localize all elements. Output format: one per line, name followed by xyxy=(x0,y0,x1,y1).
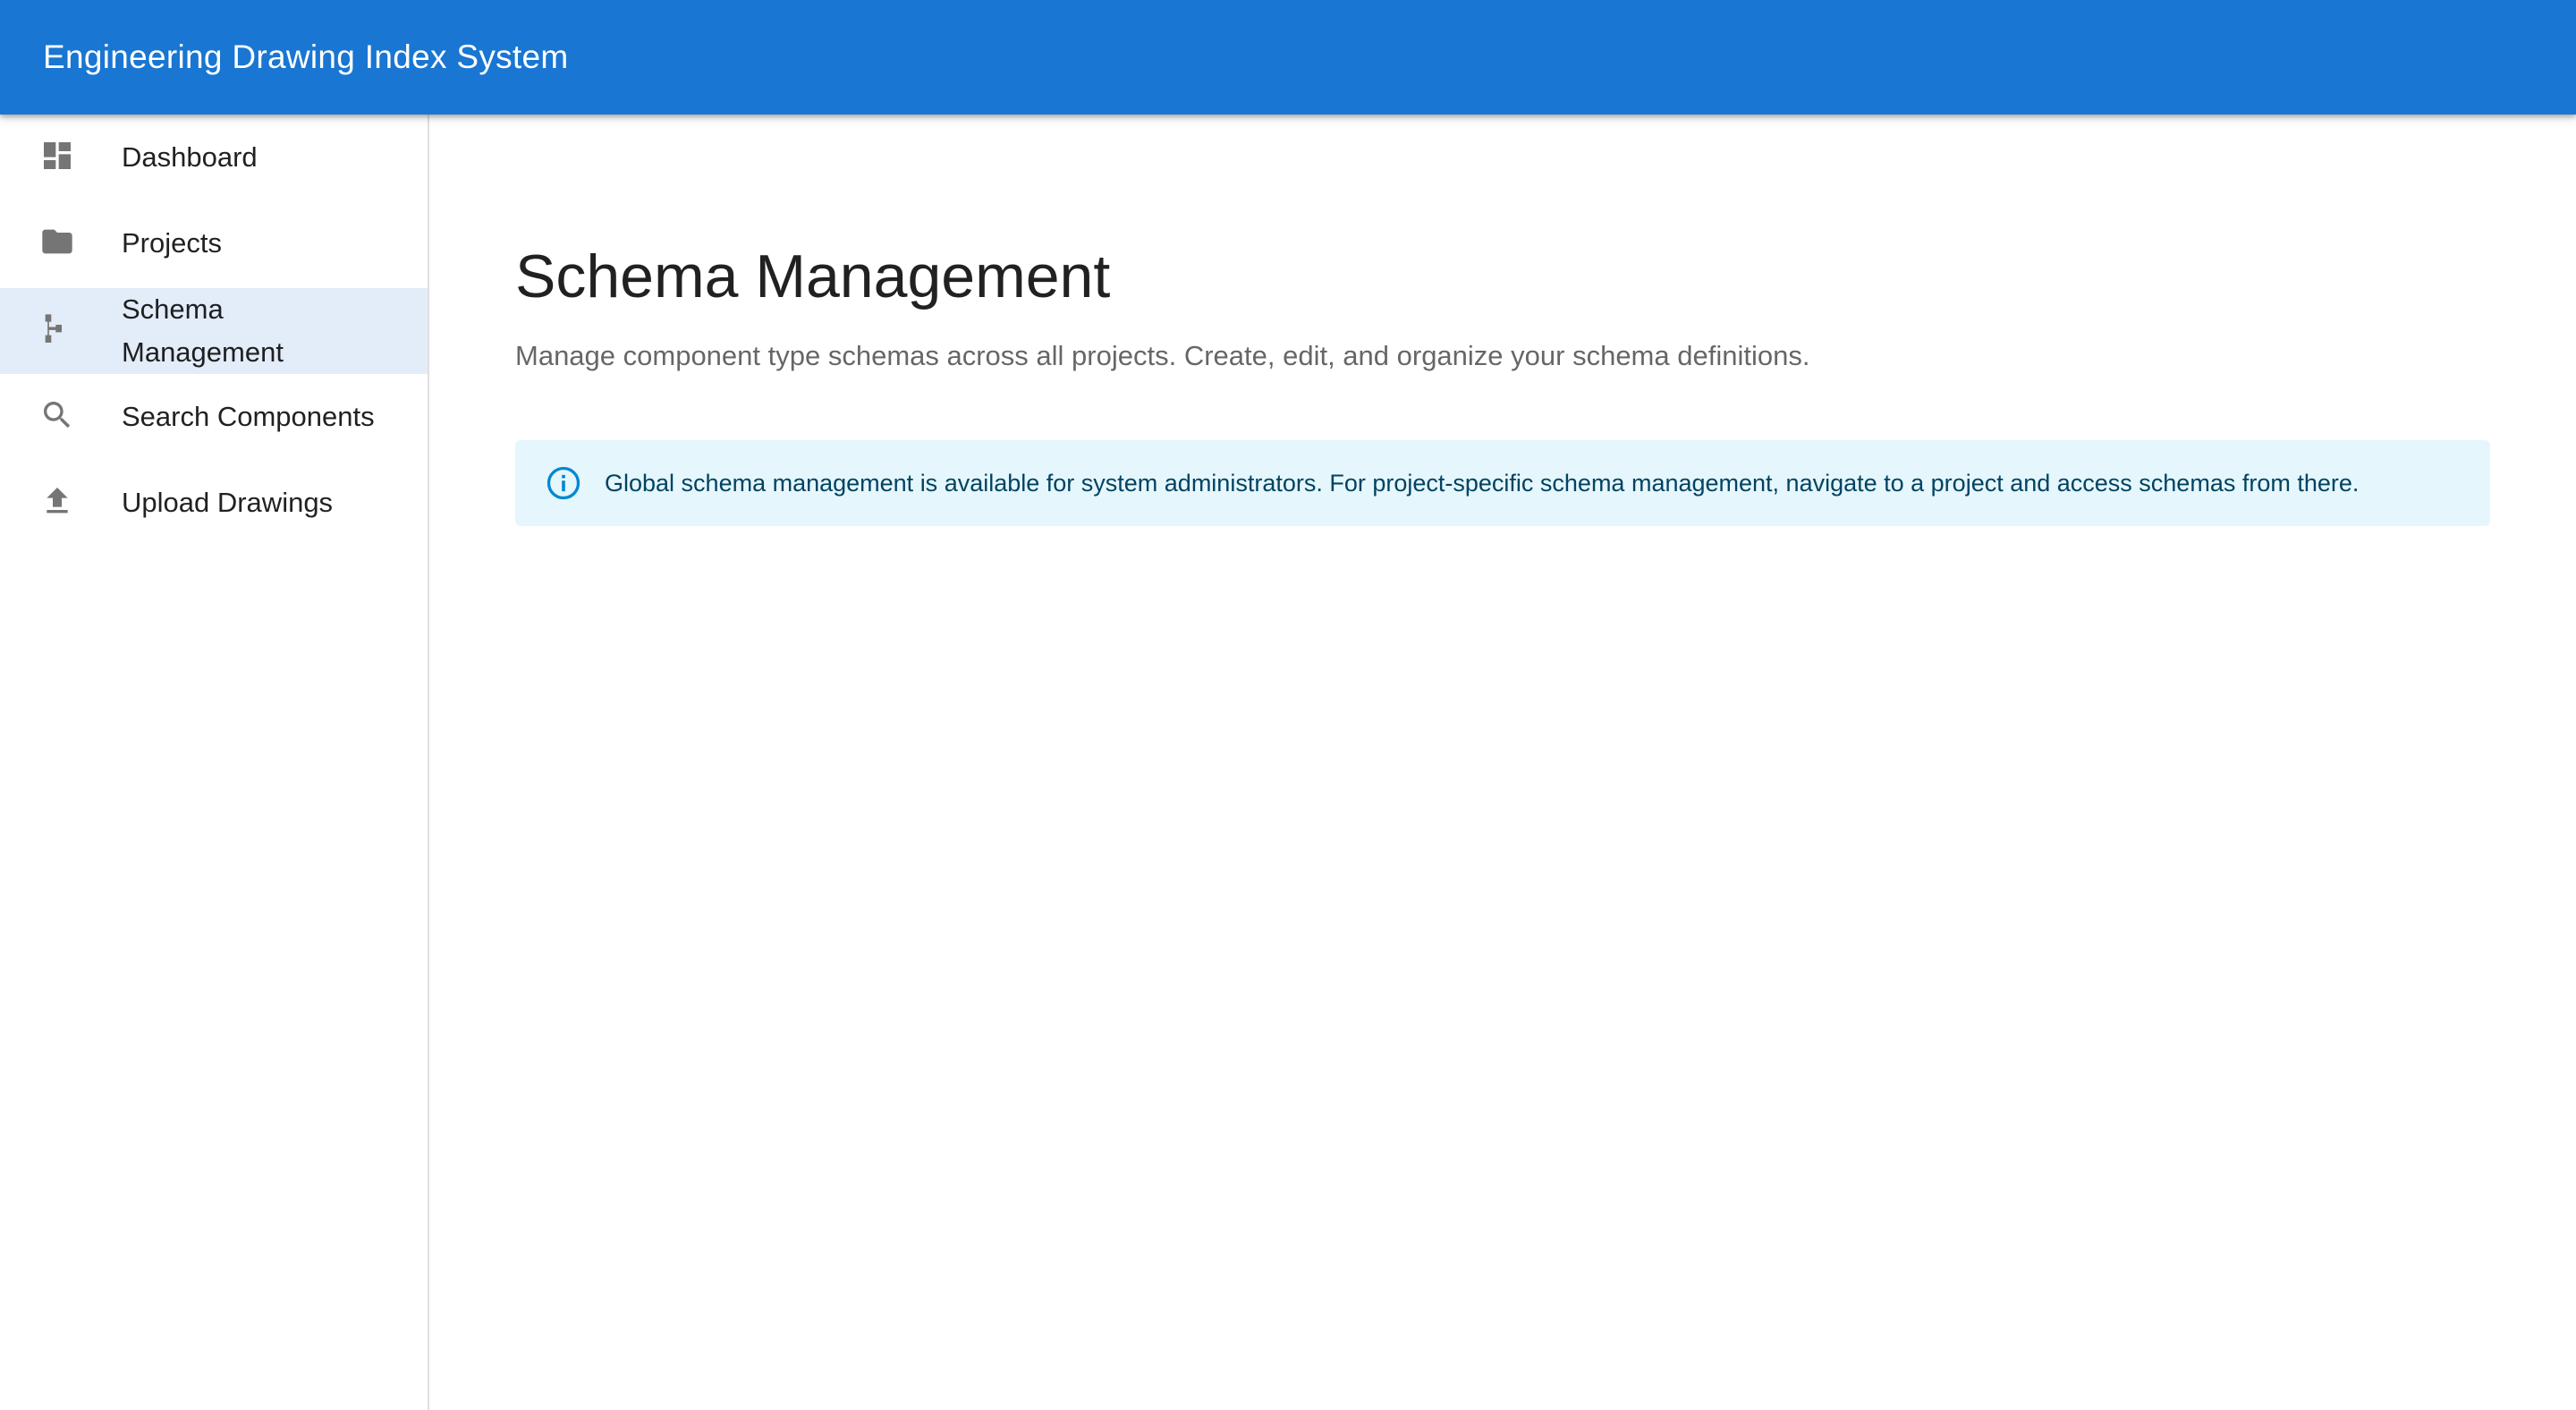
search-icon xyxy=(39,397,75,433)
page-subtitle: Manage component type schemas across all… xyxy=(515,340,1810,371)
upload-icon xyxy=(39,483,75,519)
info-alert: Global schema management is available fo… xyxy=(515,440,2490,526)
sidebar-item-dashboard[interactable]: Dashboard xyxy=(0,115,428,200)
schema-icon xyxy=(39,311,75,347)
folder-icon xyxy=(39,224,75,259)
sidebar-item-search-components[interactable]: Search Components xyxy=(0,374,428,460)
page-title: Schema Management xyxy=(515,242,1111,310)
alert-message: Global schema management is available fo… xyxy=(605,469,2360,497)
dashboard-icon xyxy=(39,138,75,174)
sidebar-item-label: Schema Management xyxy=(122,293,284,368)
app-bar: Engineering Drawing Index System xyxy=(0,0,2576,115)
sidebar-item-projects[interactable]: Projects xyxy=(0,200,428,286)
sidebar-item-label: Dashboard xyxy=(122,141,258,173)
sidebar: Dashboard Projects Schema Management Sea… xyxy=(0,115,429,1410)
app-title: Engineering Drawing Index System xyxy=(43,38,569,75)
sidebar-item-label: Upload Drawings xyxy=(122,487,334,518)
info-icon xyxy=(544,463,583,503)
sidebar-item-schema-management[interactable]: Schema Management xyxy=(0,288,428,374)
sidebar-item-upload-drawings[interactable]: Upload Drawings xyxy=(0,460,428,546)
sidebar-item-label: Search Components xyxy=(122,401,375,432)
sidebar-item-label: Projects xyxy=(122,227,222,259)
